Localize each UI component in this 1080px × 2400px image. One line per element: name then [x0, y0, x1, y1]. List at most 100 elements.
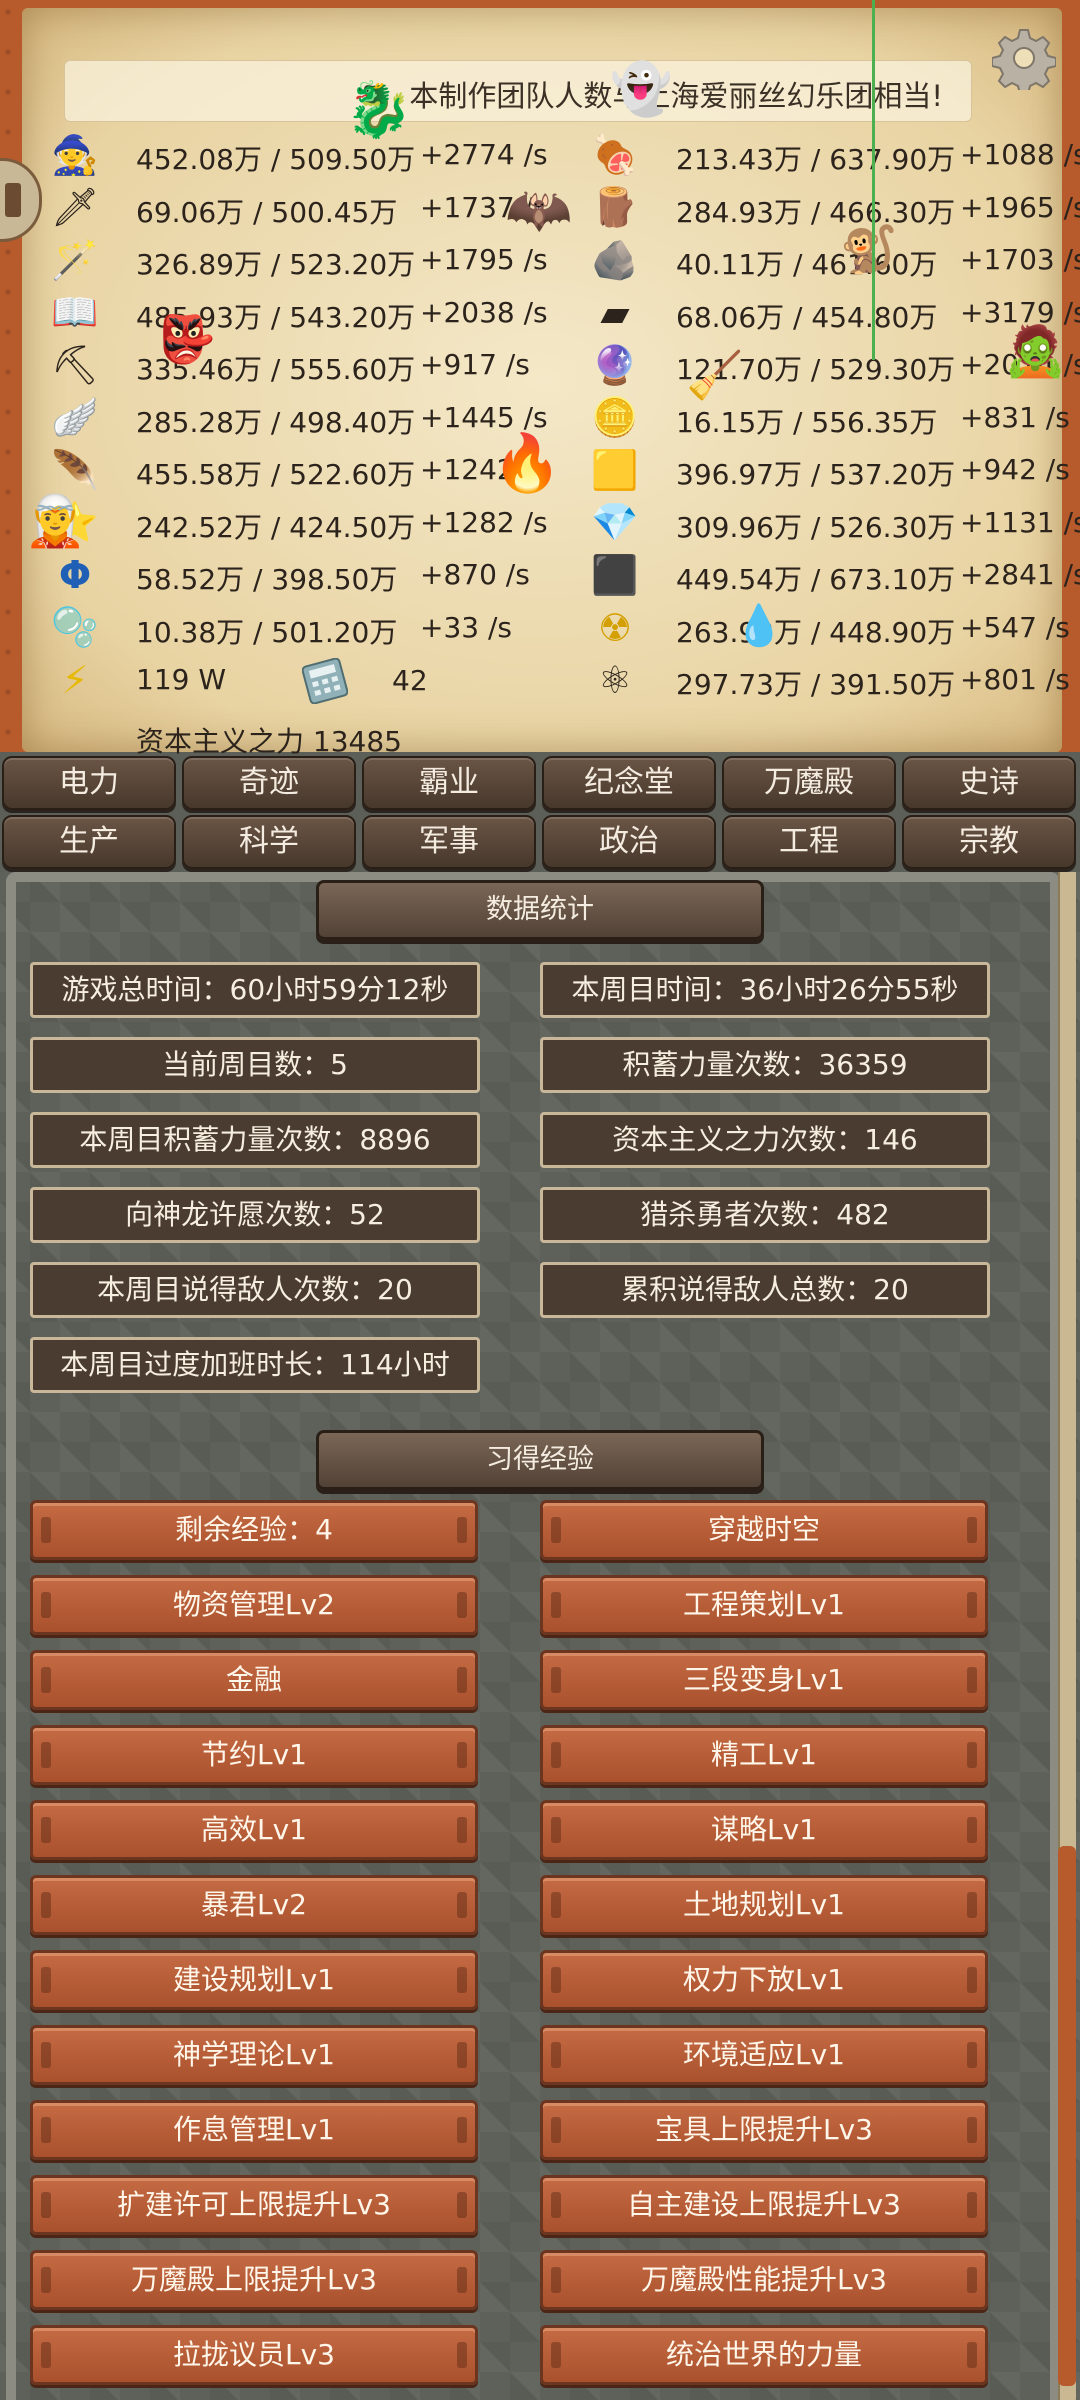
- atom-icon[interactable]: ⚛: [590, 655, 640, 705]
- wood-log-icon[interactable]: 🪵: [590, 183, 640, 233]
- gear-icon[interactable]: [992, 26, 1056, 90]
- content-panel: [0, 872, 1080, 2400]
- resource-rate: +1965 /s: [960, 190, 1080, 224]
- exp-skill-button[interactable]: 精工Lv1: [540, 1725, 988, 1785]
- resource-row: ⬛ 449.54万 / 673.10万 +2841 /s: [0, 553, 1080, 602]
- resource-row: 🟨 396.97万 / 537.20万 +942 /s: [0, 448, 1080, 497]
- resource-row: 🔮 121.70万 / 529.30万 +2014 /s: [0, 343, 1080, 392]
- resource-amount: 40.11万 / 461.60万: [676, 248, 938, 281]
- exp-skill-button[interactable]: 节约Lv1: [30, 1725, 478, 1785]
- exp-skill-button[interactable]: 拉拢议员Lv3: [30, 2325, 478, 2385]
- tab-button[interactable]: 史诗: [902, 756, 1076, 810]
- tab-button[interactable]: 霸业: [362, 756, 536, 810]
- exp-skill-button[interactable]: 穿越时空: [540, 1500, 988, 1560]
- capitalism-power-text: 资本主义之力 13485: [136, 725, 402, 758]
- resource-row: 🪙 16.15万 / 556.35万 +831 /s: [0, 395, 1080, 445]
- exp-skill-button[interactable]: 土地规划Lv1: [540, 1875, 988, 1935]
- exp-skill-button[interactable]: 物资管理Lv2: [30, 1575, 478, 1635]
- tab-button[interactable]: 电力: [2, 756, 176, 810]
- resource-amount: 68.06万 / 454.80万: [676, 300, 938, 334]
- tab-button[interactable]: 万魔殿: [722, 756, 896, 810]
- exp-skill-button[interactable]: 统治世界的力量: [540, 2325, 988, 2385]
- stat-item: 资本主义之力次数：146: [540, 1112, 990, 1168]
- crystal-icon[interactable]: 🔮: [590, 340, 640, 390]
- resource-row: 🪵 284.93万 / 466.30万 +1965 /s: [0, 185, 1080, 235]
- resource-rate: +3179 /s: [960, 295, 1080, 329]
- resource-rate: +831 /s: [960, 400, 1070, 434]
- resource-amount: 263.93万 / 448.90万: [676, 615, 956, 649]
- calculator-row: 42: [300, 658, 500, 708]
- gold-coin-icon[interactable]: 🪙: [590, 393, 640, 443]
- stat-item: 游戏总时间：60小时59分12秒: [30, 962, 480, 1018]
- exp-skill-button[interactable]: 剩余经验：4: [30, 1500, 478, 1560]
- resource-row: 💎 309.96万 / 526.30万 +1131 /s: [0, 500, 1080, 550]
- resource-rate: +1088 /s: [960, 138, 1080, 171]
- exp-skill-button[interactable]: 工程策划Lv1: [540, 1575, 988, 1635]
- resource-row: ⚛ 297.73万 / 391.50万 +801 /s: [0, 658, 1080, 707]
- stone-icon[interactable]: 🪨: [590, 235, 640, 285]
- exp-skill-button[interactable]: 万魔殿性能提升Lv3: [540, 2250, 988, 2310]
- stat-item: 积蓄力量次数：36359: [540, 1037, 990, 1093]
- radioactive-icon[interactable]: ☢: [590, 603, 640, 653]
- tab-button[interactable]: 军事: [362, 815, 536, 869]
- exp-skill-button[interactable]: 神学理论Lv1: [30, 2025, 478, 2085]
- tab-button[interactable]: 奇迹: [182, 756, 356, 810]
- meat-icon[interactable]: 🍖: [590, 130, 640, 180]
- resource-row: 🪨 40.11万 / 461.60万 +1703 /s: [0, 238, 1080, 287]
- exp-skill-button[interactable]: 暴君Lv2: [30, 1875, 478, 1935]
- stat-item: 本周目积蓄力量次数：8896: [30, 1112, 480, 1168]
- resource-rate: +1131 /s: [960, 505, 1080, 539]
- resource-rate: +547 /s: [960, 610, 1070, 644]
- gold-bar-icon[interactable]: 🟨: [590, 445, 640, 495]
- exp-skill-button[interactable]: 作息管理Lv1: [30, 2100, 478, 2160]
- tab-button[interactable]: 工程: [722, 815, 896, 869]
- exp-skill-button[interactable]: 万魔殿上限提升Lv3: [30, 2250, 478, 2310]
- iron-ingot-icon[interactable]: ▰: [590, 288, 640, 338]
- exp-skill-button[interactable]: 权力下放Lv1: [540, 1950, 988, 2010]
- stat-item: 本周目说得敌人次数：20: [30, 1262, 480, 1318]
- tab-button[interactable]: 科学: [182, 815, 356, 869]
- resource-amount: 213.43万 / 637.90万: [676, 143, 956, 176]
- exp-skill-button[interactable]: 宝具上限提升Lv3: [540, 2100, 988, 2160]
- exp-skill-button[interactable]: 扩建许可上限提升Lv3: [30, 2175, 478, 2235]
- tab-button[interactable]: 生产: [2, 815, 176, 869]
- resource-row: ▰ 68.06万 / 454.80万 +3179 /s: [0, 291, 1080, 340]
- stat-item: 本周目过度加班时长：114小时: [30, 1337, 480, 1393]
- exp-skill-button[interactable]: 自主建设上限提升Lv3: [540, 2175, 988, 2235]
- resource-row: 🍖 213.43万 / 637.90万 +1088 /s: [0, 133, 1080, 182]
- calculator-value: 42: [392, 664, 428, 697]
- diamond-icon[interactable]: 💎: [590, 498, 640, 548]
- stat-item: 本周目时间：36小时26分55秒: [540, 962, 990, 1018]
- stats-header-label: 数据统计: [486, 894, 594, 925]
- stat-item: 向神龙许愿次数：52: [30, 1187, 480, 1243]
- scrollbar-thumb[interactable]: [1058, 1846, 1076, 2386]
- resource-amount: 297.73万 / 391.50万: [676, 668, 956, 701]
- resource-amount: 396.97万 / 537.20万: [676, 458, 956, 491]
- resource-rate: +2014 /s: [960, 348, 1080, 381]
- exp-skill-button[interactable]: 三段变身Lv1: [540, 1650, 988, 1710]
- resource-amount: 449.54万 / 673.10万: [676, 563, 956, 596]
- exp-header: 习得经验: [316, 1430, 764, 1490]
- exp-skill-button[interactable]: 谋略Lv1: [540, 1800, 988, 1860]
- resource-rate: +1703 /s: [960, 243, 1080, 276]
- exp-skill-button[interactable]: 高效Lv1: [30, 1800, 478, 1860]
- calculator-icon[interactable]: [300, 656, 350, 706]
- resource-amount: 121.70万 / 529.30万: [676, 353, 956, 386]
- resource-amount: 16.15万 / 556.35万: [676, 405, 938, 439]
- stat-item: 当前周目数：5: [30, 1037, 480, 1093]
- stat-item: 猎杀勇者次数：482: [540, 1187, 990, 1243]
- tab-button[interactable]: 政治: [542, 815, 716, 869]
- coal-icon[interactable]: ⬛: [590, 550, 640, 600]
- exp-skill-button[interactable]: 金融: [30, 1650, 478, 1710]
- resource-rate: +942 /s: [960, 453, 1070, 486]
- exp-skill-button[interactable]: 环境适应Lv1: [540, 2025, 988, 2085]
- exp-skill-button[interactable]: 建设规划Lv1: [30, 1950, 478, 2010]
- exp-header-label: 习得经验: [486, 1444, 594, 1475]
- resource-row: ☢ 263.93万 / 448.90万 +547 /s: [0, 606, 1080, 655]
- news-text: 本制作团队人数与上海爱丽丝幻乐团相当!: [409, 79, 943, 113]
- resource-amount: 309.96万 / 526.30万: [676, 510, 956, 544]
- resource-rate: +801 /s: [960, 663, 1070, 696]
- tab-button[interactable]: 纪念堂: [542, 756, 716, 810]
- tab-button[interactable]: 宗教: [902, 815, 1076, 869]
- resource-amount: 284.93万 / 466.30万: [676, 195, 956, 229]
